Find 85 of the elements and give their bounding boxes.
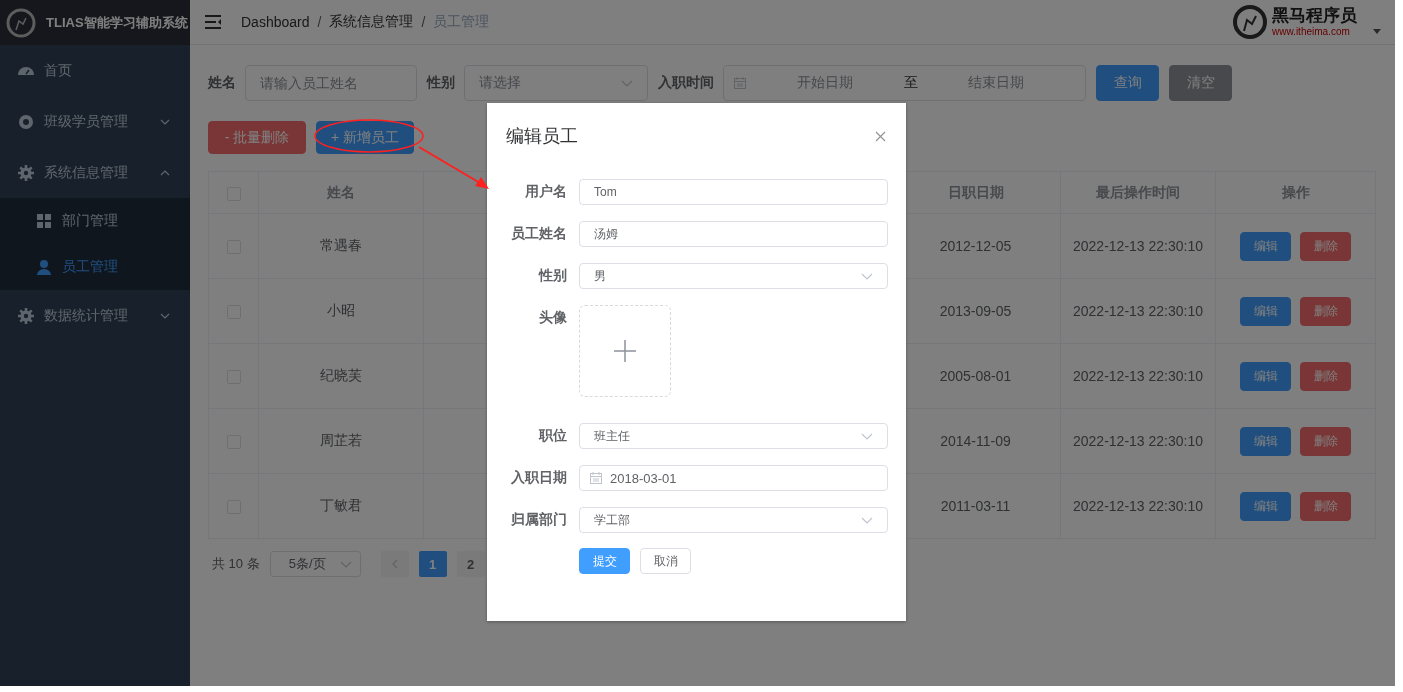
delete-button[interactable]: 删除 [1300, 426, 1351, 456]
total-count: 共 10 条 [212, 555, 260, 573]
cancel-button[interactable]: 取消 [640, 548, 691, 574]
form-label: 性别 [537, 267, 568, 285]
range-separator: 至 [903, 74, 918, 92]
add-employee-button[interactable]: + 新增员工 [316, 121, 414, 154]
caret-down-icon [1373, 28, 1381, 34]
menu-item[interactable]: 班级学员管理 [0, 96, 190, 147]
page-size-select[interactable]: 5条/页 [269, 551, 361, 577]
form-label: 员工姓名 [510, 225, 568, 243]
submenu-item[interactable]: 员工管理 [0, 244, 190, 290]
calendar-icon [734, 77, 746, 89]
edit-button[interactable]: 编辑 [1240, 296, 1291, 326]
date-field[interactable]: 2018-03-01 [579, 465, 888, 491]
page-button[interactable]: 1 [418, 551, 447, 577]
batch-delete-button[interactable]: - 批量删除 [208, 121, 306, 154]
field-label: 姓名 [208, 74, 236, 92]
chevron-down-icon [861, 272, 873, 280]
gear-icon [18, 164, 34, 181]
field-label: 入职时间 [658, 74, 714, 92]
close-icon [875, 130, 886, 142]
brand-name: 黑马程序员 [1272, 7, 1357, 26]
app-title: TLIAS智能学习辅助系统 [46, 13, 188, 32]
plus-icon [614, 340, 636, 362]
grid-icon [36, 213, 52, 229]
end-date-placeholder: 结束日期 [967, 74, 1026, 92]
table-cell: 2022-12-13 22:30:10 [1060, 343, 1216, 409]
table-cell: 丁敏君 [258, 473, 424, 539]
delete-button[interactable]: 删除 [1300, 231, 1351, 261]
breadcrumb-separator: / [317, 14, 322, 30]
select-field[interactable]: 男 [579, 263, 888, 289]
chevron-down-icon [621, 79, 633, 87]
edit-button[interactable]: 编辑 [1240, 426, 1291, 456]
user-icon [36, 259, 52, 275]
avatar-uploader[interactable] [579, 305, 671, 397]
table-cell: 周芷若 [258, 408, 424, 474]
annotation-arrow [418, 146, 489, 189]
table-cell: 小昭 [258, 278, 424, 344]
previous-page-button[interactable] [380, 551, 409, 577]
edit-button[interactable]: 编辑 [1240, 231, 1291, 261]
chevron-down-icon [339, 560, 352, 568]
select-field[interactable]: 班主任 [579, 423, 888, 449]
breadcrumb-item[interactable]: Dashboard [241, 14, 310, 30]
text-field[interactable]: 汤姆 [579, 221, 888, 247]
page-button[interactable]: 2 [456, 551, 485, 577]
delete-button[interactable]: 删除 [1300, 361, 1351, 391]
delete-button[interactable]: 删除 [1300, 296, 1351, 326]
table-cell: 2022-12-13 22:30:10 [1060, 278, 1216, 344]
calendar-icon [590, 472, 602, 484]
edit-button[interactable]: 编辑 [1240, 491, 1291, 521]
submit-button[interactable]: 提交 [579, 548, 630, 574]
field-label: 性别 [427, 74, 455, 92]
table-cell: 常遇春 [258, 213, 424, 279]
form-label: 职位 [537, 427, 568, 445]
dialog-title: 编辑员工 [506, 125, 578, 148]
table-cell: 纪晓芙 [258, 343, 424, 409]
menu-item[interactable]: 系统信息管理 [0, 147, 190, 198]
brand-url: www.itheima.com [1272, 25, 1351, 37]
breadcrumb-item[interactable]: 系统信息管理 [329, 13, 414, 31]
chevron-down-icon [861, 516, 873, 524]
gear-icon [18, 307, 34, 324]
horse-logo-icon [6, 7, 36, 38]
breadcrumb-separator: / [421, 14, 426, 30]
select-field[interactable]: 学工部 [579, 507, 888, 533]
edit-button[interactable]: 编辑 [1240, 361, 1291, 391]
form-label: 入职日期 [510, 469, 568, 487]
close-button[interactable] [875, 130, 886, 142]
delete-button[interactable]: 删除 [1300, 491, 1351, 521]
menu-item[interactable]: 数据统计管理 [0, 290, 190, 341]
form-label: 头像 [538, 309, 568, 327]
form-label: 归属部门 [510, 511, 568, 529]
query-button[interactable]: 查询 [1096, 65, 1159, 101]
table-cell: 2022-12-13 22:30:10 [1060, 408, 1216, 474]
chevron-down-icon [861, 432, 873, 440]
text-field[interactable]: Tom [579, 179, 888, 205]
submenu-item[interactable]: 部门管理 [0, 198, 190, 244]
table-cell: 2022-12-13 22:30:10 [1060, 213, 1216, 279]
form-label: 用户名 [524, 183, 568, 201]
gauge-icon [18, 66, 34, 75]
menu-item[interactable]: 首页 [0, 45, 190, 96]
table-cell: 2022-12-13 22:30:10 [1060, 473, 1216, 539]
horse-logo-icon [1232, 4, 1268, 40]
chevron-left-icon [391, 559, 398, 569]
lifebuoy-icon [18, 113, 34, 130]
menu-icon [205, 15, 221, 29]
